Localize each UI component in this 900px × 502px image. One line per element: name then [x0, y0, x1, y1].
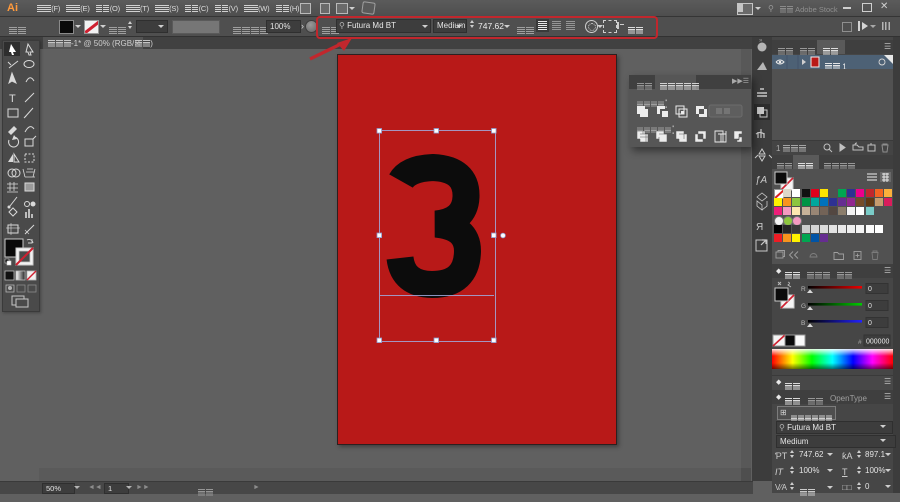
svg-text:R: R	[801, 286, 806, 293]
svg-text:0: 0	[868, 303, 872, 310]
svg-text:Я: Я	[756, 222, 763, 233]
svg-text:T: T	[9, 93, 16, 105]
svg-text:ƒA: ƒA	[755, 175, 768, 186]
svg-text:0: 0	[868, 320, 872, 327]
svg-text:0: 0	[868, 286, 872, 293]
svg-text:000000: 000000	[866, 339, 889, 346]
svg-text:#: #	[858, 339, 862, 346]
svg-text:G: G	[801, 303, 806, 310]
svg-text:B: B	[801, 320, 805, 327]
